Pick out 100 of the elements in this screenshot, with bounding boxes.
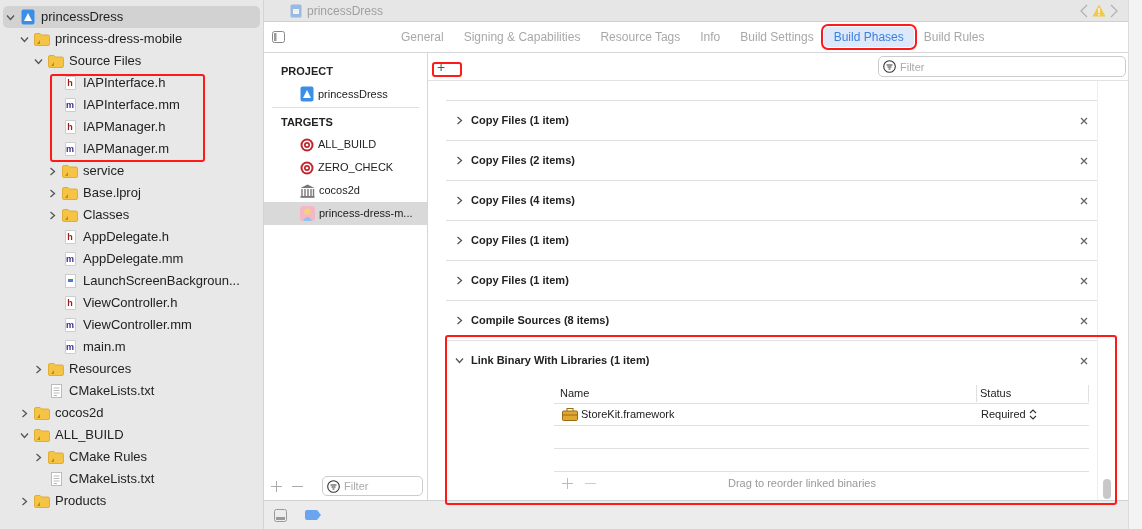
file-name: Source Files	[69, 52, 142, 71]
tree-item[interactable]: m ViewController.mm	[3, 314, 260, 336]
tree-item[interactable]: Products	[3, 490, 260, 512]
target-row[interactable]: ZERO_CHECK	[264, 156, 427, 179]
file-name: cocos2d	[55, 404, 104, 423]
tree-item[interactable]: h AppDelegate.h	[3, 226, 260, 248]
file-name: LaunchScreenBackgroun...	[83, 272, 240, 291]
project-icon	[300, 86, 314, 102]
file-name: AppDelegate.mm	[83, 250, 184, 269]
file-name: ViewController.h	[83, 294, 178, 313]
chevron-down-icon[interactable]	[455, 356, 464, 365]
tree-item[interactable]: CMake Rules	[3, 446, 260, 468]
chevron-down-icon[interactable]	[6, 12, 15, 22]
phase-title[interactable]: Copy Files (1 item)	[471, 232, 569, 249]
stepper-icon	[1028, 409, 1037, 420]
target-icon	[300, 137, 314, 152]
file-name: Resources	[69, 360, 132, 379]
text-file-icon	[50, 472, 62, 486]
project-row[interactable]: princessDress	[300, 83, 427, 105]
folder-icon	[34, 32, 50, 46]
phase-title[interactable]: Compile Sources (8 items)	[471, 312, 610, 329]
chevron-right-icon[interactable]	[20, 408, 29, 418]
hint-text: Drag to reorder linked binaries	[728, 475, 876, 491]
tree-item[interactable]: m IAPInterface.mm	[3, 94, 260, 116]
folder-icon	[62, 164, 78, 178]
tree-item[interactable]: ALL_BUILD	[3, 424, 260, 446]
file-name: CMakeLists.txt	[69, 470, 155, 489]
close-icon[interactable]	[1080, 156, 1088, 165]
chevron-down-icon[interactable]	[34, 56, 43, 66]
chevron-right-icon[interactable]	[34, 364, 43, 374]
column-header[interactable]: Status	[976, 385, 1089, 402]
tree-item[interactable]: Resources	[3, 358, 260, 380]
chevron-right-icon[interactable]	[455, 316, 464, 325]
phase-title[interactable]: Copy Files (1 item)	[471, 272, 569, 289]
target-row[interactable]: ALL_BUILD	[264, 133, 427, 156]
chevron-right-icon[interactable]	[455, 116, 464, 125]
close-icon[interactable]	[1080, 356, 1088, 365]
chevron-right-icon[interactable]	[455, 156, 464, 165]
tree-item[interactable]: LaunchScreenBackgroun...	[3, 270, 260, 292]
chevron-right-icon[interactable]	[34, 452, 43, 462]
filter-field[interactable]: Filter	[322, 476, 423, 496]
file-name: IAPInterface.mm	[83, 96, 180, 115]
filter-field[interactable]: Filter	[878, 56, 1126, 77]
file-name: princessDress	[41, 8, 124, 27]
source-file-icon: m	[64, 142, 76, 156]
folder-icon	[34, 406, 50, 420]
tree-item[interactable]: princess-dress-mobile	[3, 28, 260, 50]
chevron-down-icon[interactable]	[20, 34, 29, 44]
chevron-right-icon[interactable]	[20, 496, 29, 506]
scrollbar[interactable]	[1097, 81, 1114, 500]
folder-icon	[48, 450, 64, 464]
tree-item[interactable]: princessDress	[3, 6, 260, 28]
tree-item[interactable]: h ViewController.h	[3, 292, 260, 314]
chevron-right-icon[interactable]	[48, 166, 57, 176]
file-name: IAPManager.h	[83, 118, 166, 137]
phase-title[interactable]: Copy Files (4 items)	[471, 192, 575, 209]
close-icon[interactable]	[1080, 236, 1088, 245]
chevron-right-icon[interactable]	[455, 276, 464, 285]
tree-item[interactable]: m AppDelegate.mm	[3, 248, 260, 270]
close-icon[interactable]	[1080, 276, 1088, 285]
close-icon[interactable]	[1080, 196, 1088, 205]
file-name: princess-dress-mobile	[55, 30, 183, 49]
tree-item[interactable]: Source Files	[3, 50, 260, 72]
tree-item[interactable]: m IAPManager.m	[3, 138, 260, 160]
phase-title[interactable]: Link Binary With Libraries (1 item)	[471, 352, 650, 369]
folder-icon	[48, 54, 64, 68]
chevron-right-icon[interactable]	[455, 236, 464, 245]
chevron-down-icon[interactable]	[20, 430, 29, 440]
target-icon	[300, 160, 314, 175]
phase-title[interactable]: Copy Files (1 item)	[471, 112, 569, 129]
close-icon[interactable]	[1080, 116, 1088, 125]
sidebar-toggle-icon[interactable]	[272, 31, 285, 43]
tree-item[interactable]: cocos2d	[3, 402, 260, 424]
phase-title[interactable]: Copy Files (2 items)	[471, 152, 575, 169]
target-row[interactable]: cocos2d	[264, 179, 427, 202]
tree-item[interactable]: CMakeLists.txt	[3, 468, 260, 490]
tree-item[interactable]: h IAPInterface.h	[3, 72, 260, 94]
target-row[interactable]: princess-dress-m...	[264, 202, 427, 225]
file-name: service	[83, 162, 125, 181]
file-name: ALL_BUILD	[55, 426, 124, 445]
building-icon	[300, 183, 315, 198]
tree-item[interactable]: CMakeLists.txt	[3, 380, 260, 402]
chevron-right-icon[interactable]	[48, 210, 57, 220]
tree-item[interactable]: Classes	[3, 204, 260, 226]
chevron-right-icon[interactable]	[455, 196, 464, 205]
tree-item[interactable]: m main.m	[3, 336, 260, 358]
status-dropdown[interactable]: Required	[976, 406, 1037, 423]
tree-item[interactable]: service	[3, 160, 260, 182]
chevron-right-icon[interactable]	[48, 188, 57, 198]
source-file-icon: h	[64, 76, 76, 90]
tree-item[interactable]: h IAPManager.h	[3, 116, 260, 138]
close-icon[interactable]	[1080, 316, 1088, 325]
project-icon	[290, 3, 302, 18]
folder-icon	[48, 362, 64, 376]
document-icon	[64, 274, 76, 288]
tree-item[interactable]: Base.lproj	[3, 182, 260, 204]
add-button[interactable]: +	[435, 59, 447, 74]
column-header[interactable]: Name	[554, 385, 976, 402]
file-name: Base.lproj	[83, 184, 141, 203]
file-name: AppDelegate.h	[83, 228, 169, 247]
